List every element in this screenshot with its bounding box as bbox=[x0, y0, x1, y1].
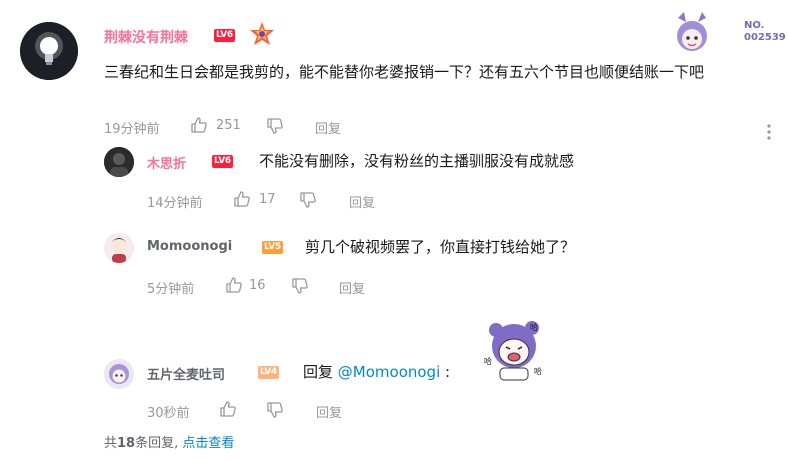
svg-text:哈: 哈 bbox=[484, 356, 492, 366]
reply-avatar[interactable] bbox=[104, 147, 134, 177]
reply-count: 18 bbox=[117, 436, 136, 451]
mention-link[interactable]: @Momoonogi bbox=[338, 363, 440, 381]
svg-text:哈: 哈 bbox=[534, 366, 542, 376]
reply-avatar[interactable] bbox=[104, 233, 134, 263]
svg-text:哈: 哈 bbox=[530, 322, 538, 332]
reply-avatar[interactable] bbox=[104, 359, 134, 389]
like-icon[interactable] bbox=[219, 400, 237, 418]
reply-username[interactable]: Momoonogi bbox=[147, 239, 232, 254]
reply-time: 5分钟前 bbox=[147, 282, 195, 297]
reply-text: 回复 @Momoonogi : bbox=[303, 361, 450, 382]
laughing-sticker-icon: 哈 哈 哈 bbox=[484, 321, 542, 381]
reply-text: 剪几个破视频罢了，你直接打钱给她了？ bbox=[305, 238, 576, 256]
reply-button[interactable]: 回复 bbox=[315, 118, 341, 137]
reply-button[interactable]: 回复 bbox=[349, 192, 375, 211]
reply-suffix: : bbox=[440, 363, 451, 381]
anime-avatar-image bbox=[104, 359, 134, 389]
reply-time: 14分钟前 bbox=[147, 196, 203, 211]
like-count: 17 bbox=[259, 192, 276, 207]
like-icon[interactable] bbox=[233, 190, 251, 208]
fan-card-number-value: 002539 bbox=[744, 32, 786, 43]
username-link[interactable]: 荆棘没有荆棘 bbox=[104, 27, 188, 47]
like-icon[interactable] bbox=[190, 116, 208, 134]
dislike-icon[interactable] bbox=[291, 277, 309, 295]
fan-card-number-label: NO. bbox=[744, 20, 765, 31]
reply-count-footer: 共18条回复, 点击查看 bbox=[104, 432, 234, 451]
reply-button[interactable]: 回复 bbox=[316, 402, 342, 421]
reply-text: 不能没有删除，没有粉丝的主播驯服没有成就感 bbox=[259, 152, 575, 170]
level-badge: LV6 bbox=[214, 29, 235, 42]
level-badge: LV5 bbox=[262, 241, 283, 254]
reply-prefix: 回复 bbox=[303, 363, 338, 381]
count-suffix: 条回复, bbox=[135, 436, 183, 451]
reply-username[interactable]: 五片全麦吐司 bbox=[147, 364, 225, 383]
reply-button[interactable]: 回复 bbox=[339, 278, 365, 297]
user-avatar[interactable] bbox=[20, 22, 78, 80]
comment-time: 19分钟前 bbox=[104, 122, 160, 137]
dislike-icon[interactable] bbox=[266, 117, 284, 135]
view-replies-link[interactable]: 点击查看 bbox=[182, 436, 234, 451]
medal-badge-icon bbox=[250, 22, 274, 45]
reply-time: 30秒前 bbox=[147, 406, 190, 421]
level-badge: LV6 bbox=[212, 155, 233, 168]
fan-card-number: NO. 002539 bbox=[744, 20, 786, 44]
like-icon[interactable] bbox=[225, 276, 243, 294]
count-prefix: 共 bbox=[104, 436, 118, 451]
more-options-icon[interactable] bbox=[766, 123, 772, 141]
dislike-icon[interactable] bbox=[299, 191, 317, 209]
anime-avatar-image bbox=[104, 233, 134, 263]
lightbulb-avatar-image bbox=[20, 22, 78, 80]
dislike-icon[interactable] bbox=[266, 401, 284, 419]
like-count: 16 bbox=[249, 278, 266, 293]
dark-portrait-avatar-image bbox=[104, 147, 134, 177]
comment-text: 三春纪和生日会都是我剪的，能不能替你老婆报销一下？还有五六个节目也顺便结账一下吧 bbox=[104, 63, 705, 81]
reply-username[interactable]: 木思折 bbox=[147, 153, 186, 172]
like-count: 251 bbox=[216, 118, 241, 133]
level-badge: LV4 bbox=[258, 366, 279, 379]
